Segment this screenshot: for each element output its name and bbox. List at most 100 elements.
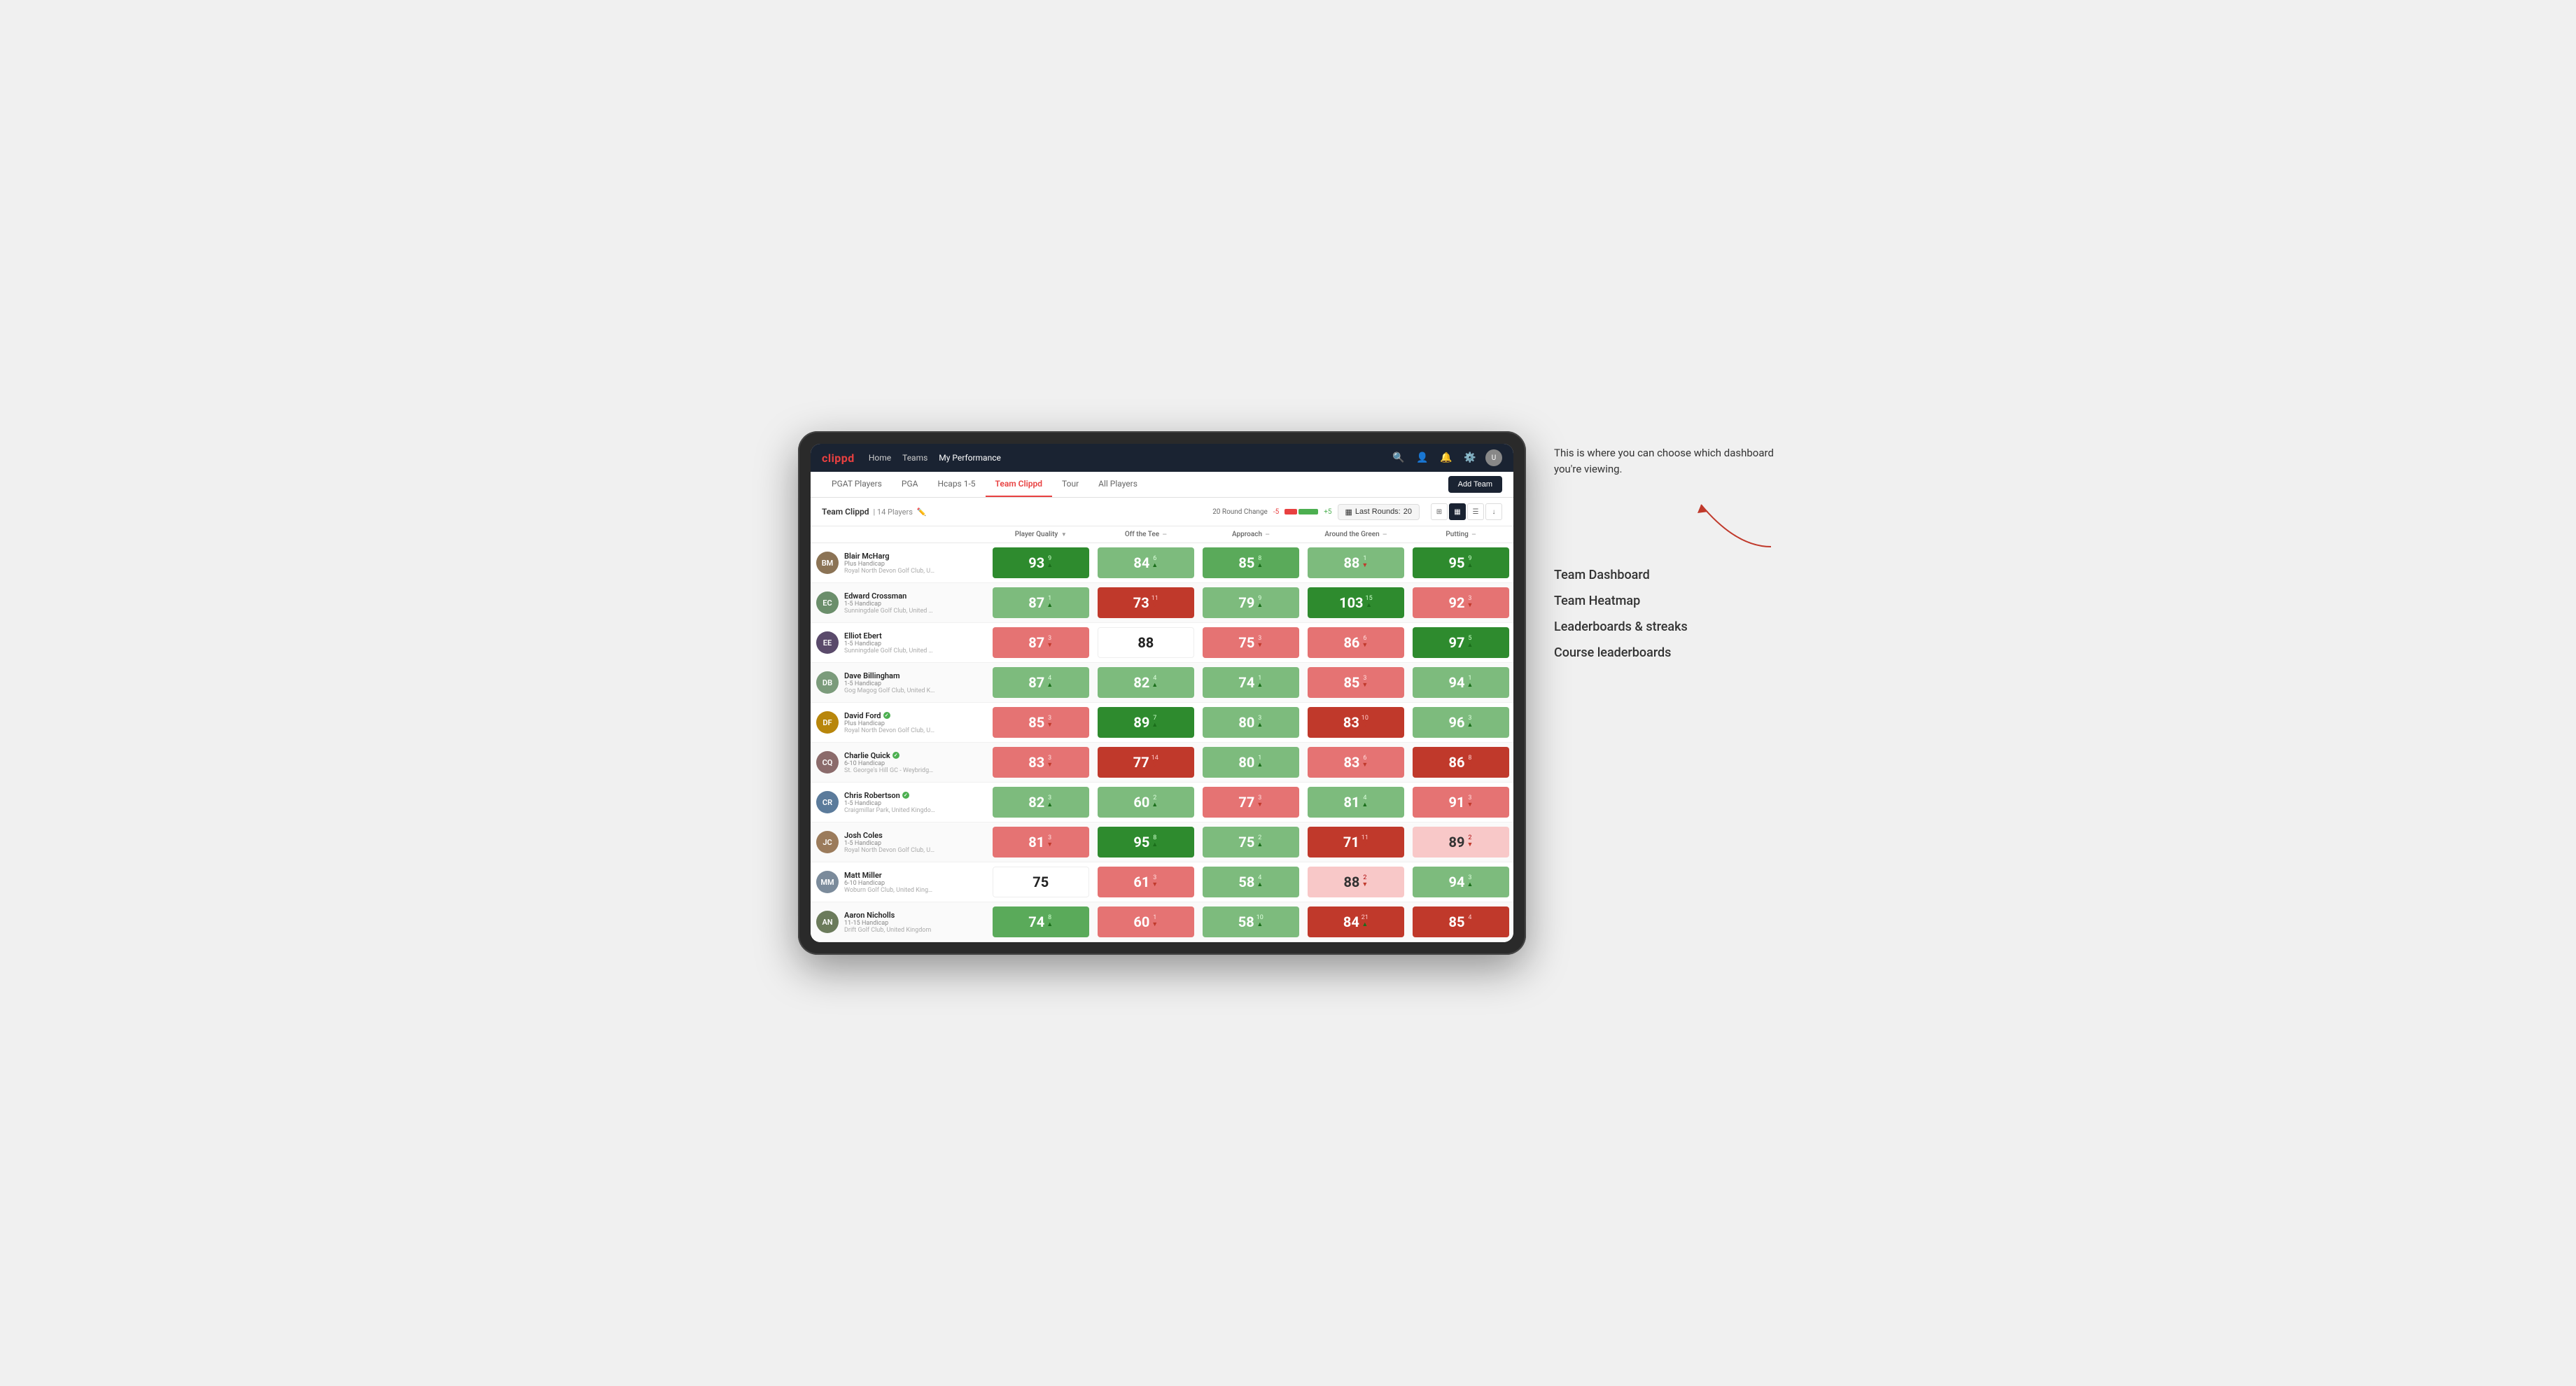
score-box-8-2: 58 4 ▲ [1203, 867, 1299, 897]
tab-pga[interactable]: PGA [892, 472, 928, 497]
option-team-dashboard[interactable]: Team Dashboard [1554, 568, 1778, 582]
player-cell-2[interactable]: EE Elliot Ebert 1-5 Handicap Sunningdale… [811, 623, 988, 663]
col-header-green[interactable]: Around the Green — [1303, 526, 1408, 543]
score-box-5-0: 83 3 ▼ [993, 747, 1089, 778]
nav-home[interactable]: Home [869, 450, 891, 465]
option-team-heatmap[interactable]: Team Heatmap [1554, 594, 1778, 608]
grid-view-button[interactable]: ⊞ [1431, 503, 1448, 520]
edit-icon[interactable]: ✏️ [917, 507, 927, 517]
score-change-8-4: 3 ▲ [1466, 875, 1473, 889]
score-change-3-4: 1 ▲ [1466, 676, 1473, 690]
avatar[interactable]: U [1485, 449, 1502, 466]
score-num-2-2: 75 [1238, 634, 1254, 651]
nav-links: Home Teams My Performance [869, 450, 1376, 465]
score-cell-6-2: 77 3 ▼ [1198, 783, 1303, 822]
player-cell-4[interactable]: DF David Ford ✓ Plus Handicap Royal Nort… [811, 703, 988, 743]
score-num-6-1: 60 [1133, 794, 1149, 811]
col-header-approach[interactable]: Approach — [1198, 526, 1303, 543]
add-team-button[interactable]: Add Team [1448, 476, 1502, 493]
score-box-9-3: 84 21 ▲ [1308, 906, 1404, 937]
player-club-9: Drift Golf Club, United Kingdom [844, 927, 935, 934]
user-icon[interactable]: 👤 [1414, 449, 1431, 466]
player-cell-1[interactable]: EC Edward Crossman 1-5 Handicap Sunningd… [811, 583, 988, 623]
arrow-down: ▼ [1362, 842, 1368, 849]
player-avatar-9: AN [816, 911, 839, 933]
col-header-tee[interactable]: Off the Tee — [1093, 526, 1198, 543]
search-icon[interactable]: 🔍 [1390, 449, 1407, 466]
score-cell-8-0: 75 [988, 862, 1093, 902]
option-course-leaderboards[interactable]: Course leaderboards [1554, 645, 1778, 660]
score-cell-8-1: 61 3 ▼ [1093, 862, 1198, 902]
score-box-5-4: 86 8 ▼ [1413, 747, 1509, 778]
arrow-up: ▲ [1152, 722, 1158, 729]
player-cell-9[interactable]: AN Aaron Nicholls 11-15 Handicap Drift G… [811, 902, 988, 942]
score-change-1-0: 1 ▲ [1046, 596, 1053, 610]
score-change-9-4: 4 ▼ [1466, 915, 1473, 929]
player-info-6: Chris Robertson ✓ 1-5 Handicap Craigmill… [844, 791, 983, 814]
score-cell-6-1: 60 2 ▲ [1093, 783, 1198, 822]
page-wrapper: clippd Home Teams My Performance 🔍 👤 🔔 ⚙… [798, 431, 1778, 955]
subnav: PGAT Players PGA Hcaps 1-5 Team Clippd T… [811, 472, 1513, 498]
nav-teams[interactable]: Teams [902, 450, 927, 465]
last-rounds-button[interactable]: ▦ Last Rounds: 20 [1338, 504, 1420, 520]
sort-arrow-approach: — [1266, 531, 1270, 538]
arrow-up: ▲ [1152, 682, 1158, 690]
player-cell-5[interactable]: CQ Charlie Quick ✓ 6-10 Handicap St. Geo… [811, 743, 988, 783]
score-num-1-4: 92 [1449, 594, 1465, 611]
arrow-down: ▼ [1256, 802, 1263, 809]
score-box-2-0: 87 3 ▼ [993, 627, 1089, 658]
score-change-5-0: 3 ▼ [1046, 755, 1053, 769]
arrow-up: ▲ [1046, 603, 1053, 610]
score-box-7-0: 81 3 ▼ [993, 827, 1089, 858]
tab-tour[interactable]: Tour [1052, 472, 1088, 497]
player-name-7: Josh Coles [844, 831, 983, 840]
player-handicap-4: Plus Handicap [844, 720, 983, 727]
player-cell-0[interactable]: BM Blair McHarg Plus Handicap Royal Nort… [811, 543, 988, 583]
score-change-7-3: 11 ▼ [1362, 835, 1368, 849]
score-num-6-0: 82 [1028, 794, 1044, 811]
download-button[interactable]: ↓ [1485, 503, 1502, 520]
score-num-7-0: 81 [1028, 834, 1044, 850]
score-num-2-3: 86 [1343, 634, 1359, 651]
nav-my-performance[interactable]: My Performance [939, 450, 1001, 465]
table-view-button[interactable]: ▦ [1449, 503, 1466, 520]
score-cell-2-3: 86 6 ▼ [1303, 623, 1408, 663]
settings-icon[interactable]: ⚙️ [1462, 449, 1478, 466]
bell-icon[interactable]: 🔔 [1438, 449, 1455, 466]
score-num-8-0: 75 [1032, 874, 1049, 890]
player-avatar-5: CQ [816, 751, 839, 774]
score-change-5-3: 6 ▼ [1362, 755, 1368, 769]
score-box-0-3: 88 1 ▼ [1308, 547, 1404, 578]
player-cell-3[interactable]: DB Dave Billingham 1-5 Handicap Gog Mago… [811, 663, 988, 703]
list-view-button[interactable]: ☰ [1467, 503, 1484, 520]
player-name-9: Aaron Nicholls [844, 911, 983, 920]
score-change-2-0: 3 ▼ [1046, 636, 1053, 650]
table-row: CQ Charlie Quick ✓ 6-10 Handicap St. Geo… [811, 743, 1513, 783]
tab-hcaps[interactable]: Hcaps 1-5 [927, 472, 985, 497]
player-info-2: Elliot Ebert 1-5 Handicap Sunningdale Go… [844, 631, 983, 654]
table-row: EE Elliot Ebert 1-5 Handicap Sunningdale… [811, 623, 1513, 663]
col-header-quality[interactable]: Player Quality ▼ [988, 526, 1093, 543]
score-box-0-4: 95 9 ▲ [1413, 547, 1509, 578]
team-name: Team Clippd [822, 507, 869, 517]
player-name-3: Dave Billingham [844, 671, 983, 680]
score-box-0-2: 85 8 ▲ [1203, 547, 1299, 578]
option-leaderboards[interactable]: Leaderboards & streaks [1554, 620, 1778, 634]
arrow-down: ▼ [1152, 762, 1158, 769]
player-cell-7[interactable]: JC Josh Coles 1-5 Handicap Royal North D… [811, 822, 988, 862]
score-num-0-1: 84 [1133, 554, 1149, 571]
tab-team-clippd[interactable]: Team Clippd [986, 472, 1052, 497]
arrow-up: ▲ [1466, 722, 1473, 729]
tab-all-players[interactable]: All Players [1088, 472, 1147, 497]
score-box-2-4: 97 5 ▲ [1413, 627, 1509, 658]
arrow-up: ▲ [1466, 643, 1473, 650]
col-header-putting[interactable]: Putting — [1408, 526, 1513, 543]
arrow-down: ▼ [1466, 762, 1473, 769]
score-box-4-4: 96 3 ▲ [1413, 707, 1509, 738]
player-cell-8[interactable]: MM Matt Miller 6-10 Handicap Woburn Golf… [811, 862, 988, 902]
tab-pgat-players[interactable]: PGAT Players [822, 472, 892, 497]
arrow-down: ▼ [1362, 882, 1368, 889]
score-change-0-1: 6 ▲ [1152, 556, 1158, 570]
score-cell-5-1: 77 14 ▼ [1093, 743, 1198, 783]
player-cell-6[interactable]: CR Chris Robertson ✓ 1-5 Handicap Craigm… [811, 783, 988, 822]
